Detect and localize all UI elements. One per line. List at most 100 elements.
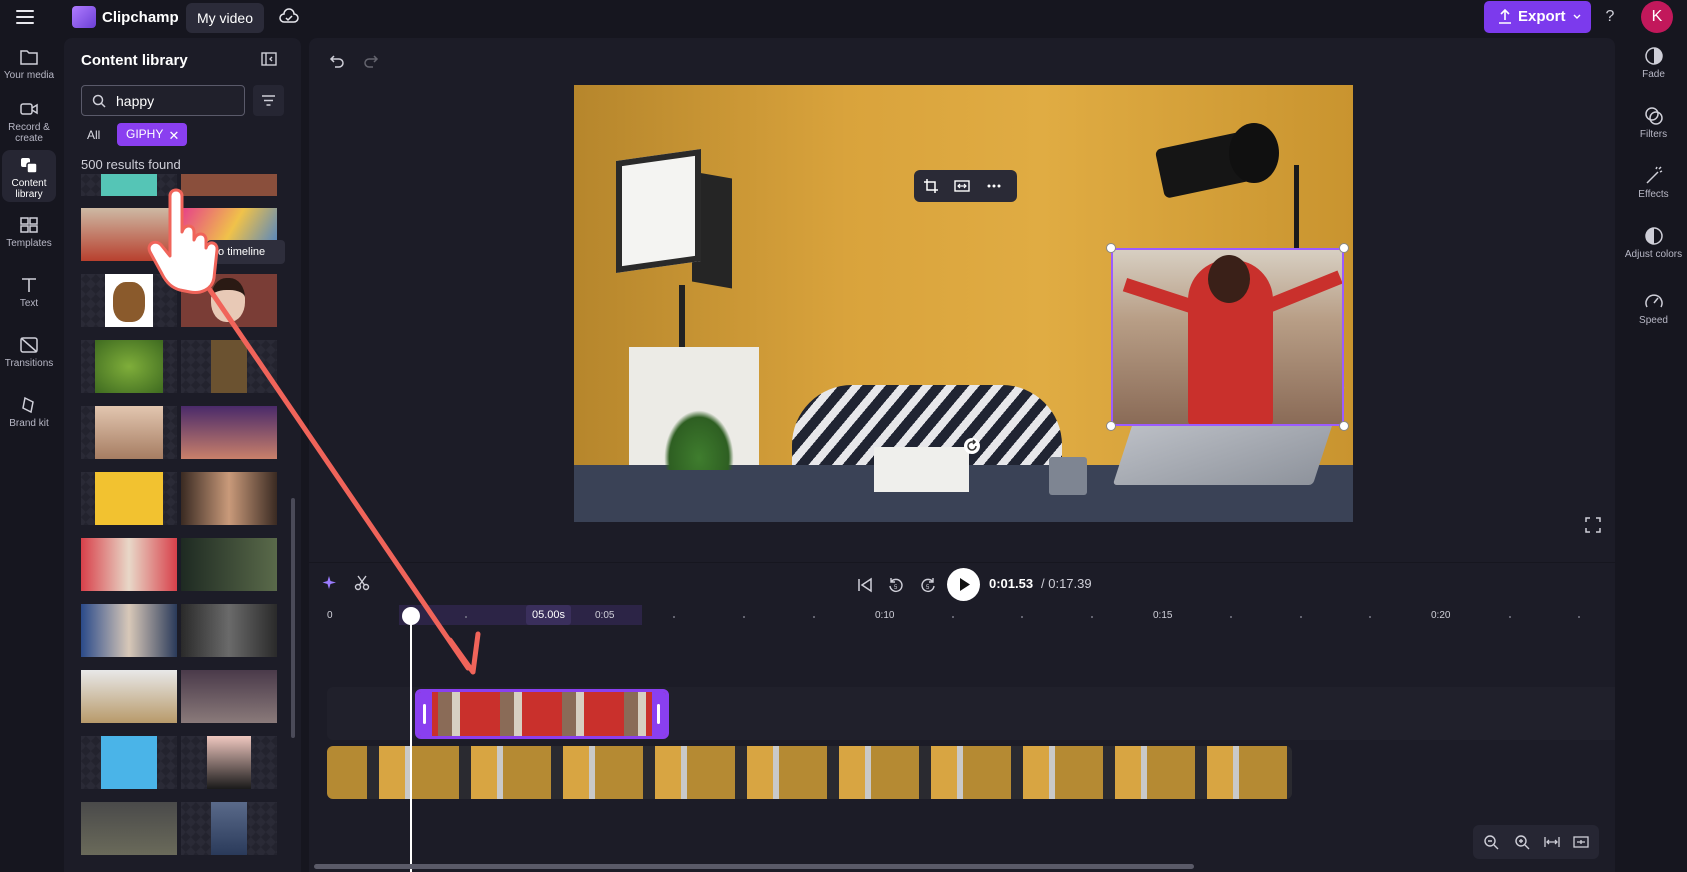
gif-thumbnail[interactable] [81, 340, 177, 393]
gif-thumbnail[interactable] [81, 406, 177, 459]
forward-5s-icon[interactable]: 5 [919, 576, 937, 594]
filters-icon [1644, 107, 1663, 125]
export-button[interactable]: Export [1484, 1, 1591, 33]
folder-icon [20, 50, 38, 65]
studio-light [616, 149, 701, 273]
speed-button[interactable]: Speed [1620, 292, 1687, 326]
redo-icon[interactable] [363, 53, 379, 69]
nav-record-create[interactable]: Record & create [2, 100, 56, 144]
content-library-icon [21, 158, 38, 174]
zoom-out-icon[interactable] [1483, 834, 1499, 855]
gif-thumbnail[interactable] [181, 472, 277, 525]
gif-thumbnail[interactable] [81, 538, 177, 591]
nav-your-media[interactable]: Your media [2, 48, 56, 81]
play-button[interactable] [947, 568, 980, 601]
fade-button[interactable]: Fade [1620, 46, 1687, 80]
filters-button[interactable]: Filters [1620, 106, 1687, 140]
gif-thumbnail[interactable] [181, 406, 277, 459]
gif-thumbnail[interactable] [181, 538, 277, 591]
timeline-view-icon[interactable] [1573, 834, 1589, 855]
clipchamp-logo-icon [72, 6, 96, 28]
search-input[interactable]: happy [81, 85, 245, 116]
collapse-panel-icon[interactable] [261, 52, 277, 66]
gif-thumbnail[interactable] [181, 340, 277, 393]
fit-icon[interactable] [954, 178, 970, 199]
nav-content-library[interactable]: Content library [2, 150, 56, 202]
gif-thumbnail[interactable] [181, 174, 277, 196]
filter-button[interactable] [253, 85, 284, 116]
total-time: / 0:17.39 [1041, 576, 1092, 591]
video-clip[interactable] [327, 746, 1292, 799]
undo-icon[interactable] [329, 53, 345, 69]
templates-icon [20, 217, 38, 233]
skip-to-start-icon[interactable] [856, 576, 874, 594]
gif-thumbnail[interactable] [181, 604, 277, 657]
rotate-icon[interactable] [963, 437, 981, 455]
gif-thumbnail[interactable] [81, 802, 177, 855]
gif-thumbnail[interactable] [181, 274, 277, 327]
library-scrollbar[interactable] [291, 498, 295, 738]
top-bar: Clipchamp My video Export ? K [0, 0, 1687, 36]
nav-text[interactable]: Text [2, 276, 56, 309]
trim-handle-left[interactable] [418, 692, 432, 736]
timeline-scrollbar[interactable] [314, 864, 1194, 869]
play-icon [960, 578, 970, 591]
fade-icon [1644, 47, 1663, 65]
gif-thumbnail[interactable] [81, 472, 177, 525]
cloud-sync-icon[interactable] [279, 8, 299, 26]
filter-chip-giphy[interactable]: GIPHY ✕ [117, 123, 188, 147]
ruler-label: 0 [327, 610, 333, 621]
filter-chip-all[interactable]: All [81, 124, 106, 146]
gif-thumbnail[interactable] [181, 736, 277, 789]
resize-handle[interactable] [1106, 421, 1116, 431]
gif-thumbnail[interactable] [81, 604, 177, 657]
gif-thumbnail[interactable] [81, 274, 177, 327]
gif-overlay[interactable] [1111, 248, 1344, 426]
ruler-label: 0:05 [595, 610, 615, 621]
gif-thumbnail[interactable] [81, 208, 177, 261]
playhead-handle[interactable] [402, 607, 420, 625]
fit-timeline-icon[interactable] [1544, 834, 1560, 855]
gif-thumbnail[interactable] [181, 802, 277, 855]
split-scissors-icon[interactable] [354, 575, 370, 591]
adjust-colors-button[interactable]: Adjust colors [1620, 226, 1687, 260]
effects-icon [1645, 166, 1662, 184]
add-to-timeline-tooltip: to timeline [207, 240, 285, 264]
gif-clip[interactable] [415, 689, 669, 739]
upload-icon [1499, 8, 1511, 24]
trim-handle-right[interactable] [652, 692, 666, 736]
current-time: 0:01.53 [989, 576, 1034, 591]
nav-templates[interactable]: Templates [2, 216, 56, 249]
avatar[interactable]: K [1641, 1, 1673, 33]
svg-text:5: 5 [894, 585, 898, 591]
app-name: Clipchamp [102, 9, 179, 26]
zoom-in-icon[interactable] [1514, 834, 1530, 855]
camera-icon [20, 103, 38, 115]
ruler-label: 0:15 [1153, 610, 1173, 621]
resize-handle[interactable] [1339, 421, 1349, 431]
hamburger-menu-icon[interactable] [16, 10, 34, 24]
timeline: 5 5 0:01.53 / 0:17.39 0 0:05 0:10 0:15 0… [309, 563, 1615, 872]
nav-transitions[interactable]: Transitions [2, 336, 56, 369]
gif-thumbnail[interactable] [81, 174, 177, 196]
resize-handle[interactable] [1106, 243, 1116, 253]
floating-toolbar [914, 170, 1017, 202]
close-icon[interactable]: ✕ [168, 124, 179, 147]
gif-thumbnail[interactable] [81, 736, 177, 789]
preview-area [309, 38, 1615, 562]
gif-thumbnail[interactable] [181, 670, 277, 723]
effects-button[interactable]: Effects [1620, 166, 1687, 200]
magic-sparkle-icon[interactable] [322, 575, 338, 591]
gif-thumbnail[interactable] [81, 670, 177, 723]
more-options-icon[interactable] [986, 178, 1002, 199]
adjust-colors-icon [1644, 227, 1663, 245]
rewind-5s-icon[interactable]: 5 [887, 576, 905, 594]
crop-icon[interactable] [923, 178, 939, 199]
video-preview[interactable] [574, 85, 1353, 522]
fullscreen-icon[interactable] [1585, 517, 1601, 533]
resize-handle[interactable] [1339, 243, 1349, 253]
help-button[interactable]: ? [1602, 8, 1618, 26]
nav-brand-kit[interactable]: Brand kit [2, 396, 56, 429]
project-title[interactable]: My video [186, 3, 264, 33]
playhead[interactable] [410, 618, 412, 872]
